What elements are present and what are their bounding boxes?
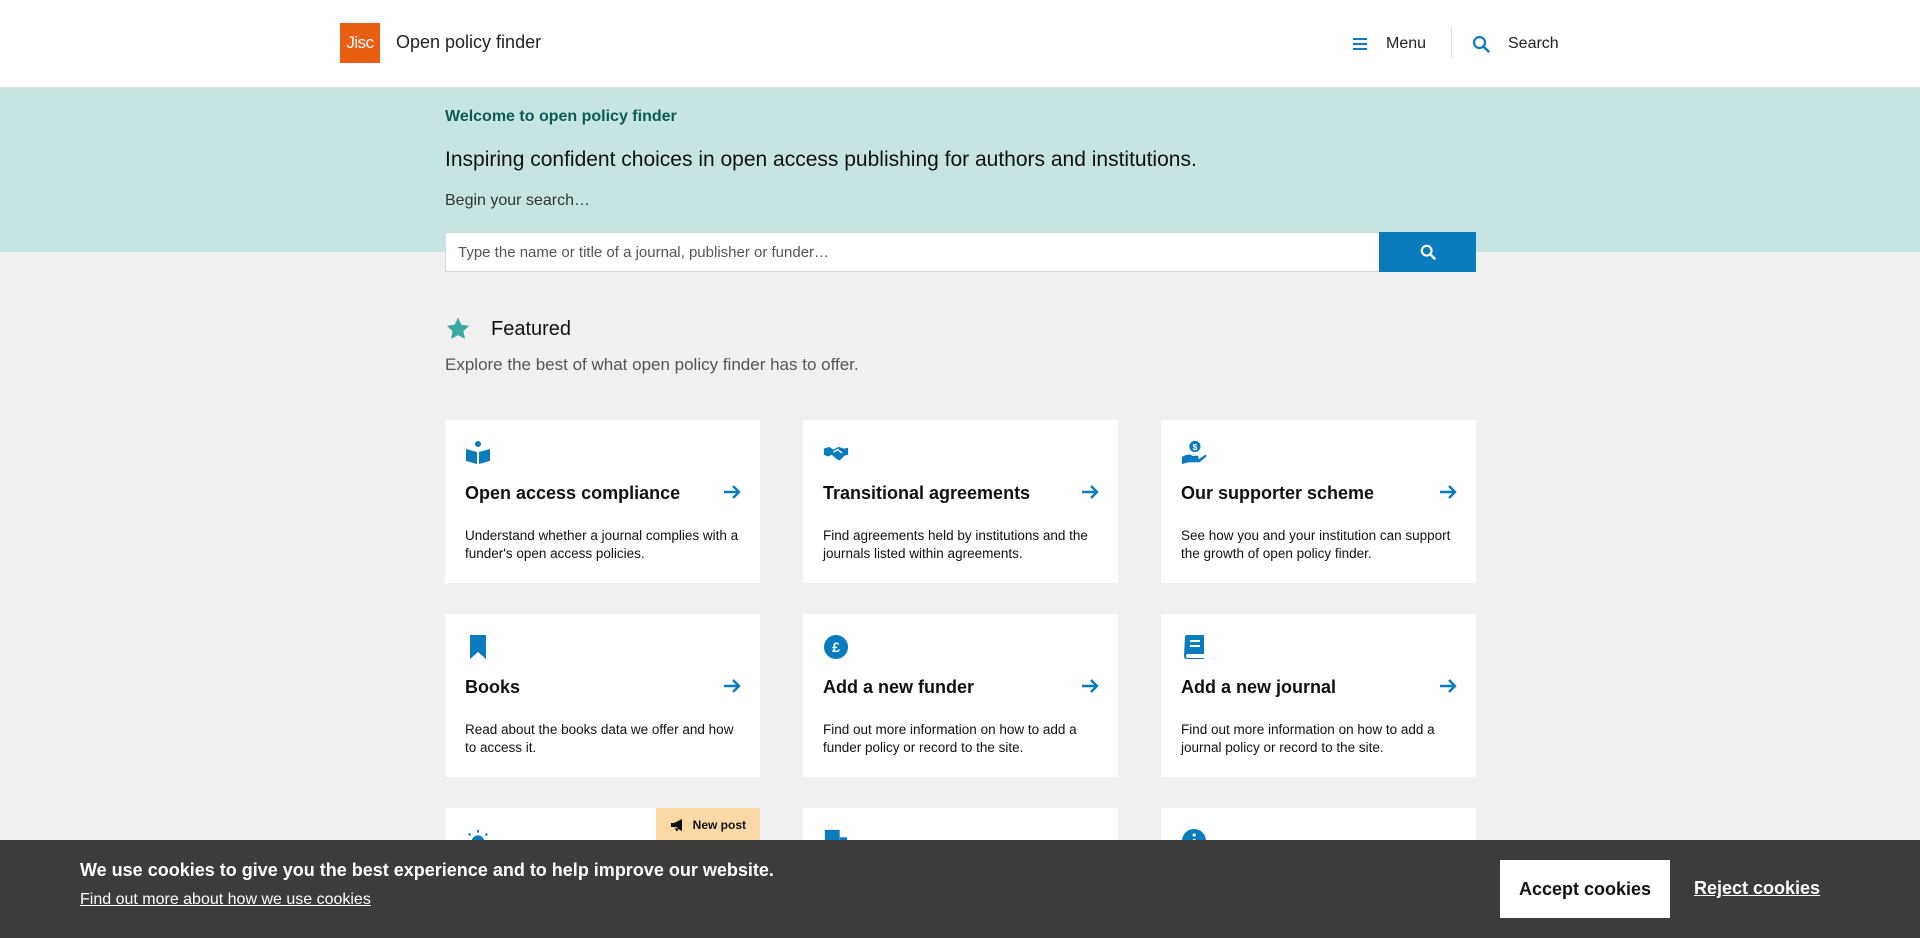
- journal-icon: [1184, 635, 1204, 659]
- card-add-new-journal[interactable]: Add a new journal Find out more informat…: [1161, 614, 1476, 777]
- menu-label: Menu: [1386, 35, 1427, 52]
- svg-text:£: £: [832, 639, 840, 655]
- search-icon: [1472, 35, 1490, 53]
- hand-coin-icon: $: [1181, 440, 1207, 465]
- handshake-icon: [823, 446, 849, 461]
- site-title[interactable]: Open policy finder: [396, 32, 541, 53]
- pound-coin-icon: £: [824, 635, 848, 659]
- card-description: Find out more information on how to add …: [1181, 722, 1435, 755]
- card-transitional-agreements[interactable]: Transitional agreements Find agreements …: [803, 420, 1118, 583]
- card-title: Open access compliance: [465, 483, 681, 503]
- card-supporter-scheme[interactable]: $ Our supporter scheme See how you and y…: [1161, 420, 1476, 583]
- tagline: Inspiring confident choices in open acce…: [445, 148, 1197, 171]
- star-icon: [446, 317, 470, 339]
- new-post-badge: New post: [655, 808, 760, 842]
- featured-heading: Featured: [445, 316, 571, 342]
- search-label: Search: [1508, 35, 1559, 52]
- card-add-new-funder[interactable]: £ Add a new funder Find out more informa…: [803, 614, 1118, 777]
- begin-search-label: Begin your search…: [445, 192, 590, 209]
- badge-label: New post: [692, 818, 746, 832]
- bookmark-icon: [470, 635, 486, 659]
- header-search-button[interactable]: Search: [1472, 30, 1559, 58]
- reject-cookies-link[interactable]: Reject cookies: [1694, 878, 1820, 899]
- card-open-access-compliance[interactable]: Open access compliance Understand whethe…: [445, 420, 760, 583]
- card-description: Read about the books data we offer and h…: [465, 722, 734, 755]
- accept-cookies-button[interactable]: Accept cookies: [1500, 860, 1670, 918]
- search-input[interactable]: [445, 232, 1380, 272]
- header-divider: [1451, 26, 1452, 58]
- cookie-info-link[interactable]: Find out more about how we use cookies: [80, 891, 371, 909]
- arrow-right-icon: [1082, 679, 1099, 693]
- megaphone-icon: [670, 818, 682, 831]
- card-title: Books: [465, 677, 521, 697]
- arrow-right-icon: [1440, 679, 1457, 693]
- card-description: See how you and your institution can sup…: [1181, 528, 1451, 561]
- search-submit-button[interactable]: [1379, 232, 1476, 272]
- menu-button[interactable]: Menu: [1352, 30, 1426, 58]
- card-title: Add a new funder: [823, 677, 975, 697]
- card-title: Transitional agreements: [823, 483, 1031, 503]
- featured-title: Featured: [491, 317, 572, 340]
- arrow-right-icon: [724, 485, 741, 499]
- featured-subtitle: Explore the best of what open policy fin…: [445, 355, 859, 374]
- card-description: Find agreements held by institutions and…: [823, 528, 1088, 561]
- card-description: Find out more information on how to add …: [823, 722, 1077, 755]
- card-description: Understand whether a journal complies wi…: [465, 528, 739, 561]
- welcome-heading: Welcome to open policy finder: [445, 108, 677, 125]
- card-title: Our supporter scheme: [1181, 483, 1375, 503]
- card-title: Add a new journal: [1181, 677, 1337, 697]
- hamburger-icon: [1353, 38, 1367, 50]
- arrow-right-icon: [1082, 485, 1099, 499]
- card-books[interactable]: Books Read about the books data we offer…: [445, 614, 760, 777]
- site-header: [0, 0, 1920, 88]
- jisc-logo[interactable]: Jisc: [340, 23, 380, 63]
- cookie-message: We use cookies to give you the best expe…: [80, 860, 774, 880]
- search-icon: [1420, 244, 1436, 260]
- arrow-right-icon: [724, 679, 741, 693]
- arrow-right-icon: [1440, 485, 1457, 499]
- svg-text:$: $: [1193, 442, 1198, 452]
- open-book-icon: [466, 441, 490, 464]
